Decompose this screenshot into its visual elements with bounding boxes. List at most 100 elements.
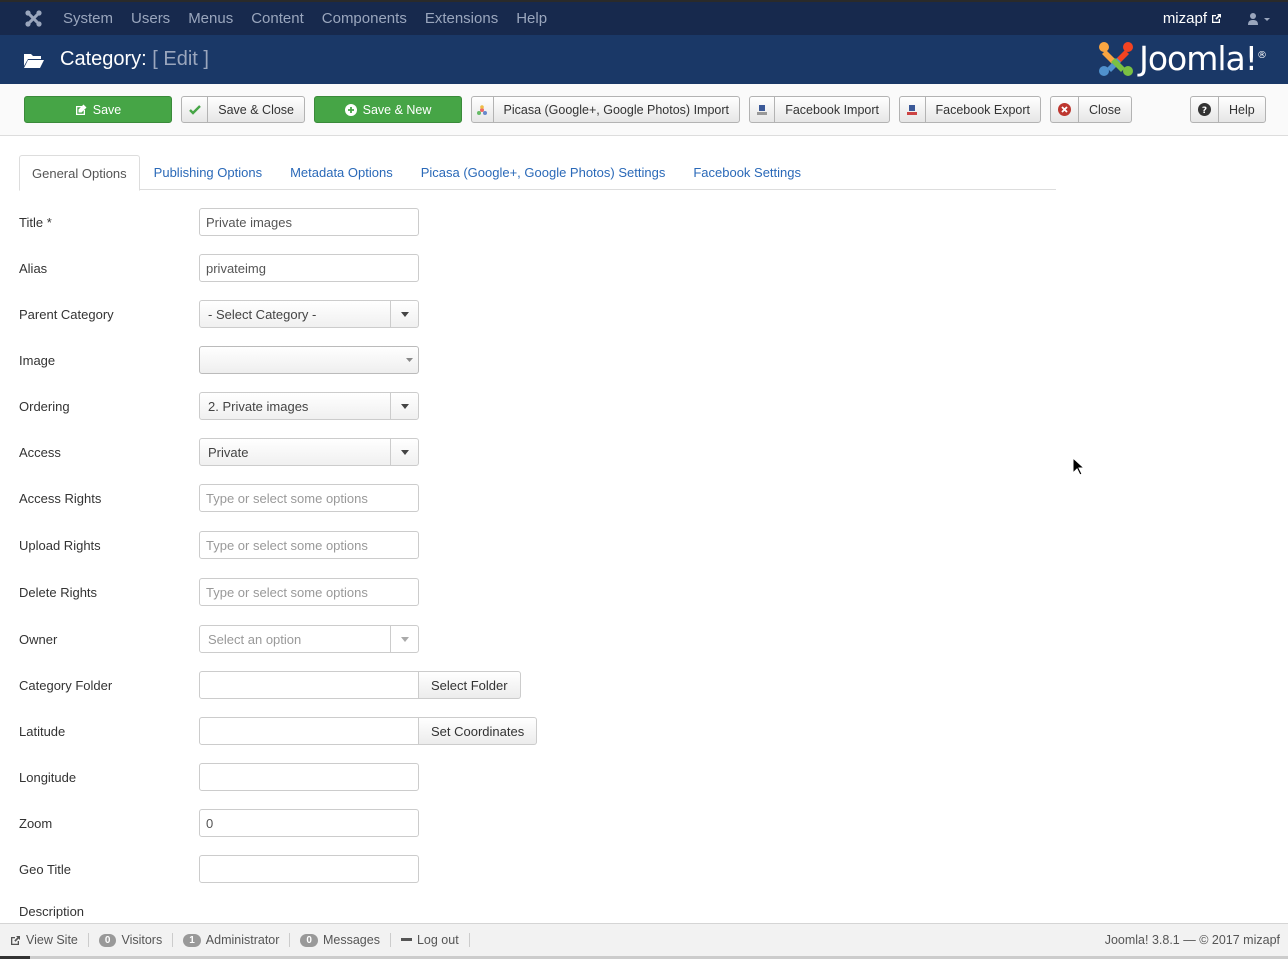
caret-down-icon [400, 347, 418, 373]
latitude-label: Latitude [19, 723, 66, 739]
geo-title-input[interactable] [199, 855, 419, 883]
geo-title-label: Geo Title [19, 861, 72, 877]
description-label: Description [19, 903, 85, 919]
ordering-label: Ordering [19, 398, 70, 414]
title-label: Title * [19, 214, 52, 230]
logout-link[interactable]: Log out [391, 933, 470, 947]
caret-down-icon [390, 439, 418, 465]
set-coordinates-button[interactable]: Set Coordinates [419, 717, 538, 745]
help-button[interactable]: ? Help [1190, 96, 1266, 123]
caret-down-icon [390, 301, 418, 327]
user-menu-icon[interactable] [1248, 12, 1270, 25]
latitude-input[interactable] [199, 717, 419, 745]
parent-category-label: Parent Category [19, 306, 114, 322]
folder-open-icon [24, 51, 46, 69]
delete-rights-row: Delete Rights Type or select some option… [19, 578, 419, 606]
access-select[interactable]: Private [199, 438, 419, 466]
facebook-import-button[interactable]: Facebook Import [749, 96, 890, 123]
edit-icon [75, 97, 87, 122]
delete-rights-input[interactable]: Type or select some options [199, 578, 419, 606]
ordering-select[interactable]: 2. Private images [199, 392, 419, 420]
tab-facebook-settings[interactable]: Facebook Settings [679, 155, 815, 190]
access-row: Access Private [19, 438, 419, 466]
visitors-link[interactable]: 0 Visitors [89, 933, 174, 947]
image-row: Image [19, 346, 419, 374]
owner-row: Owner Select an option [19, 625, 419, 653]
tab-bar: General Options Publishing Options Metad… [19, 155, 1056, 191]
menu-extensions[interactable]: Extensions [416, 10, 507, 27]
upload-rights-label: Upload Rights [19, 537, 101, 553]
tab-metadata-options[interactable]: Metadata Options [276, 155, 407, 190]
menu-help[interactable]: Help [507, 10, 556, 27]
messages-count-badge: 0 [300, 933, 318, 947]
longitude-label: Longitude [19, 769, 77, 785]
owner-label: Owner [19, 631, 58, 647]
longitude-input[interactable] [199, 763, 419, 791]
question-icon: ? [1191, 97, 1219, 122]
access-rights-input[interactable]: Type or select some options [199, 484, 419, 512]
view-site-link[interactable]: View Site [0, 933, 89, 947]
save-close-button[interactable]: Save & Close [181, 96, 305, 123]
svg-text:?: ? [1202, 106, 1207, 116]
menu-system[interactable]: System [54, 10, 122, 27]
joomla-menu-icon[interactable] [18, 10, 48, 27]
upload-rights-input[interactable]: Type or select some options [199, 531, 419, 559]
admin-count-badge: 1 [183, 933, 201, 947]
menu-menus[interactable]: Menus [179, 10, 242, 27]
access-label: Access [19, 444, 61, 460]
external-link-icon [1212, 14, 1221, 23]
longitude-row: Longitude [19, 763, 419, 791]
minus-icon [400, 938, 412, 941]
alias-input[interactable]: privateimg [199, 254, 419, 282]
administrator-link[interactable]: 1 Administrator [173, 933, 291, 947]
close-circle-icon [1051, 97, 1079, 122]
menu-users[interactable]: Users [122, 10, 179, 27]
title-row: Title * Private images [19, 208, 419, 236]
menu-components[interactable]: Components [313, 10, 416, 27]
alias-label: Alias [19, 260, 48, 276]
mouse-cursor-icon [1072, 457, 1084, 476]
visitors-count-badge: 0 [98, 933, 117, 947]
select-folder-button[interactable]: Select Folder [419, 671, 521, 699]
parent-category-row: Parent Category - Select Category - [19, 300, 419, 328]
caret-down-icon [390, 393, 418, 419]
latitude-row: Latitude Set Coordinates [19, 717, 538, 745]
page-title: Category: [ Edit ] [60, 48, 209, 70]
tab-general-options[interactable]: General Options [19, 155, 140, 191]
facebook-export-button[interactable]: Facebook Export [899, 96, 1041, 123]
image-select[interactable] [199, 346, 419, 374]
ordering-row: Ordering 2. Private images [19, 392, 419, 420]
check-icon [182, 97, 209, 122]
facebook-import-icon [750, 97, 776, 122]
zoom-input[interactable]: 0 [199, 809, 419, 837]
delete-rights-label: Delete Rights [19, 584, 98, 600]
owner-select[interactable]: Select an option [199, 625, 419, 653]
alias-row: Alias privateimg [19, 254, 419, 282]
zoom-row: Zoom 0 [19, 809, 419, 837]
status-bar: View Site 0 Visitors 1 Administrator 0 M… [0, 923, 1288, 956]
picasa-icon [472, 97, 494, 122]
geo-title-row: Geo Title [19, 855, 419, 883]
caret-down-icon [390, 626, 418, 652]
upload-rights-row: Upload Rights Type or select some option… [19, 531, 419, 559]
save-button[interactable]: Save [24, 96, 172, 123]
menu-content[interactable]: Content [242, 10, 313, 27]
description-row: Description [19, 897, 199, 925]
tab-picasa-settings[interactable]: Picasa (Google+, Google Photos) Settings [407, 155, 680, 190]
category-folder-label: Category Folder [19, 677, 113, 693]
category-folder-input[interactable] [199, 671, 419, 699]
messages-link[interactable]: 0 Messages [290, 933, 391, 947]
page-header: Category: [ Edit ] Joomla!® [0, 35, 1288, 84]
close-button[interactable]: Close [1050, 96, 1132, 123]
tab-publishing-options[interactable]: Publishing Options [140, 155, 276, 190]
username: mizapf [1162, 10, 1207, 27]
plus-circle-icon [344, 97, 357, 122]
title-input[interactable]: Private images [199, 208, 419, 236]
parent-category-select[interactable]: - Select Category - [199, 300, 419, 328]
joomla-brand-icon [1099, 41, 1134, 76]
picasa-import-button[interactable]: Picasa (Google+, Google Photos) Import [471, 96, 740, 123]
zoom-label: Zoom [19, 815, 53, 831]
top-nav: System Users Menus Content Components Ex… [0, 0, 1288, 35]
save-new-button[interactable]: Save & New [314, 96, 462, 123]
site-link[interactable]: mizapf [1163, 10, 1222, 27]
